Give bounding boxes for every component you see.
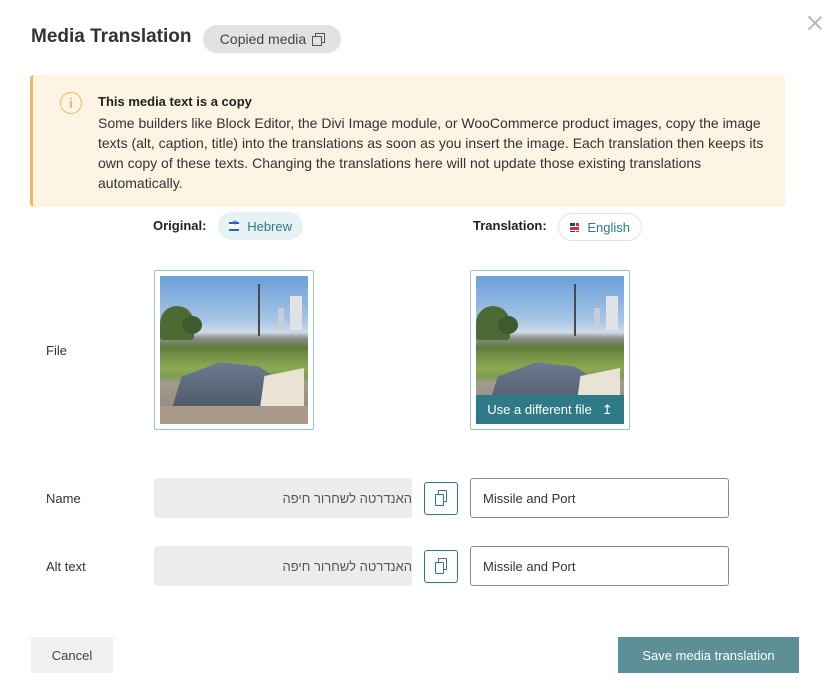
upload-icon: ↥ xyxy=(601,401,613,417)
alt-text-label: Alt text xyxy=(46,559,86,574)
copy-alt-text-button[interactable] xyxy=(424,550,458,583)
translation-label: Translation: xyxy=(473,218,547,233)
dialog-title: Media Translation xyxy=(31,26,192,47)
save-media-translation-button[interactable]: Save media translation xyxy=(618,637,799,673)
original-name-field: האנדרטה לשחרור חיפה xyxy=(154,478,412,518)
original-language-badge: Hebrew xyxy=(218,212,303,240)
original-alt-text-field: האנדרטה לשחרור חיפה xyxy=(154,546,412,586)
notice-body: Some builders like Block Editor, the Div… xyxy=(98,115,764,191)
copied-media-label: Copied media xyxy=(219,31,307,47)
use-different-file-button[interactable]: Use a different file ↥ xyxy=(476,395,624,424)
translation-alt-text-input[interactable] xyxy=(470,546,729,586)
original-image-frame xyxy=(154,270,314,430)
translation-name-input[interactable] xyxy=(470,478,729,518)
close-icon[interactable] xyxy=(806,14,824,32)
use-different-file-label: Use a different file xyxy=(487,402,592,417)
copy-notice: i This media text is a copy Some builder… xyxy=(30,75,785,207)
translation-language-badge: English xyxy=(558,213,642,241)
notice-title: This media text is a copy xyxy=(98,94,252,109)
copy-media-icon xyxy=(312,33,326,46)
translation-image-frame: Use a different file ↥ xyxy=(470,270,630,430)
file-label: File xyxy=(46,343,67,358)
copy-name-button[interactable] xyxy=(424,482,458,515)
translation-language-name: English xyxy=(587,219,630,235)
original-language-name: Hebrew xyxy=(247,218,292,234)
israel-flag-icon xyxy=(229,219,240,231)
copied-media-badge: Copied media xyxy=(203,25,341,53)
cancel-button[interactable]: Cancel xyxy=(31,637,113,673)
original-label: Original: xyxy=(153,218,207,233)
original-image xyxy=(160,276,308,424)
name-label: Name xyxy=(46,491,81,506)
uk-flag-icon xyxy=(570,222,580,232)
info-icon: i xyxy=(60,92,82,114)
